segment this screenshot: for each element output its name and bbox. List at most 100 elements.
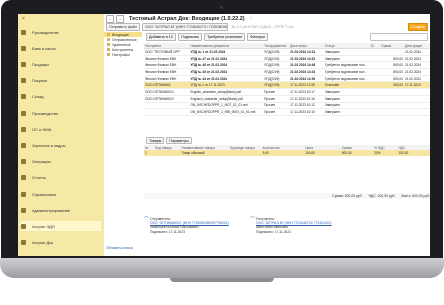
table-cell: Прочее [263, 95, 290, 103]
forward-icon[interactable]: → [116, 14, 124, 23]
table-row[interactable]: ООО ОПТИМАКСИ Englisch_character_setup(Bl… [144, 95, 430, 103]
table-cell: 21.02.2024 [403, 48, 430, 56]
table-cell: УПД(СЧФ) [263, 81, 290, 90]
table-cell: Завершен [323, 108, 370, 116]
sidebar-item[interactable]: Банк и касса [21, 43, 101, 53]
sidebar-item[interactable]: Склад [21, 92, 101, 102]
table-row[interactable]: Филиал Филиал ЕВН УПД № 47 от 21.02.2024 У… [144, 55, 430, 63]
create-button[interactable]: Создать [408, 23, 428, 31]
add-to-1c-button[interactable]: Добавить в 1С [146, 33, 177, 41]
table-cell: Требуется подписание пол... [323, 75, 370, 83]
organization-select[interactable]: ООО "АСТРАЛ-М" (ИНН 7724040273 / ГОЛОВНА… [141, 23, 228, 31]
table-cell [403, 95, 430, 103]
table-cell: 17.11.2023 10:12 [289, 102, 324, 110]
items-table: № Код товара Наименование товара Код вида т… [144, 145, 430, 156]
sidebar-item[interactable]: Операции [21, 157, 101, 167]
table-cell [369, 102, 381, 110]
table-cell: УПД(СЧФ) [263, 61, 290, 70]
table-cell: 21.02.2024 14:31 [289, 48, 324, 56]
table-cell: ООО ОПТИМАКСИ [144, 95, 190, 103]
sidebar-item[interactable]: Покупки [21, 76, 101, 86]
table-row[interactable]: 1 Товар обычный 5,00 100,00 500,00 20% 100,00 [144, 150, 430, 156]
main-content: ← → Тестовый Астрал Док: Входящие (1.0.2… [104, 14, 430, 256]
table-cell: Требуется подписание пол... [323, 61, 370, 70]
sign-button[interactable]: Подписать [178, 33, 203, 41]
table-cell: Филиал Филиал ЕВН [144, 61, 190, 70]
sidebar-item-label: Отчеты [32, 175, 46, 181]
table-cell: 21.02.2024 14:39 [289, 75, 324, 83]
table-cell: УПД № 46 от 21.02.2024 [189, 61, 264, 70]
table-cell [369, 68, 381, 76]
table-cell: УПД(СЧФ) [263, 55, 290, 63]
table-cell: ON_NSCHFDOPPR_1_998_0000_01_01.xml [189, 108, 264, 116]
table-cell: УПД(СЧФ) [263, 75, 290, 83]
astral-icon [21, 223, 26, 229]
table-cell: УПД № 44 от 21.02.2024 [189, 75, 264, 83]
close-icon[interactable]: × [22, 16, 25, 22]
folder-label: Входящие [112, 32, 130, 37]
table-cell [403, 88, 430, 96]
sidebar-item-label: Производство [32, 110, 59, 116]
sidebar-item[interactable]: Зарплата и кадры [21, 140, 101, 150]
table-cell: УПД(СЧФ) [263, 68, 290, 76]
folder-item[interactable]: Настройки [104, 52, 142, 57]
detail-tab[interactable]: Параметры [166, 137, 192, 144]
refresh-list-link[interactable]: Обновить список [106, 246, 133, 250]
table-cell: 21.02.2024 14:51 [289, 55, 324, 63]
table-row[interactable]: Филиал Филиал ЕВН УПД № 45 от 21.02.2024 У… [144, 68, 430, 76]
folder-label: Отправленные [112, 37, 137, 42]
detail-tab[interactable]: Товары [146, 137, 165, 144]
table-cell: Филиал Филиал ЕВН [144, 55, 190, 63]
folder-label: Удаленные [112, 42, 131, 47]
folder-label: Контрагенты [112, 47, 134, 52]
table-row[interactable]: ON_NSCHFDOPPR_1_NOT_01_01.xml Прочее 17.11… [144, 102, 430, 110]
table-cell: УПД № 1 от 17.11.2023 [189, 81, 264, 90]
refresh-button[interactable]: Отправить файл [106, 23, 140, 31]
sender-signature: ⌒ Отправитель: ООО "ОПТИМАКСИ" (ИНН 7729… [144, 217, 229, 234]
table-row[interactable]: Филиал Филиал ЕВН УПД № 44 от 21.02.2024 У… [144, 75, 430, 83]
hamburger-icon [21, 29, 26, 35]
sidebar-item[interactable]: ОС и НМА [21, 124, 101, 134]
sidebar-item[interactable]: Отчеты [21, 173, 101, 183]
doc-icon [21, 240, 26, 246]
table-cell: УПД(СЧФ) [263, 48, 290, 56]
sidebar-item-label: Администрирование [32, 207, 71, 213]
table-row[interactable]: ООО "ТЕСТОВЫЙ ОРГ" УПД № 1 от 21.02.2024 У… [144, 48, 430, 56]
table-cell [154, 150, 181, 156]
window-toolbar: ← → Тестовый Астрал Док: Входящие (1.0.2… [104, 14, 430, 23]
table-row[interactable]: Филиал Филиал ЕВН УПД № 46 от 21.02.2024 У… [144, 61, 430, 70]
reports-icon [21, 175, 26, 181]
table-row[interactable]: ООО ОПТИМАКС УПД № 1 от 17.11.2023 УПД(СЧФ… [144, 81, 430, 90]
folder-icon [107, 38, 110, 41]
table-cell [380, 108, 404, 116]
table-cell: Завершен [323, 88, 370, 96]
sidebar-item-label: Продажи [32, 61, 49, 67]
folder-icon [107, 48, 110, 51]
table-row[interactable]: ON_NSCHFDOPPR_1_998_0000_01_01.xml Прочее… [144, 108, 430, 116]
favorite-icon[interactable]: ☆ [249, 16, 253, 22]
table-cell: Завершен [323, 95, 370, 103]
sidebar-item[interactable]: Астрал Док [21, 238, 101, 248]
gear-icon [21, 207, 26, 213]
sidebar-item[interactable]: Производство [21, 108, 101, 118]
sidebar-item[interactable]: Астрал ЭДО [21, 221, 101, 232]
table-cell: Завершен [323, 48, 370, 56]
filters-button[interactable]: Фильтры [247, 33, 268, 41]
sender-date: Подписано: 17.11.2023 [150, 229, 185, 234]
clarify-button[interactable]: Требуется уточнение [204, 33, 246, 41]
sidebar-item[interactable]: Администрирование [21, 205, 101, 215]
sidebar-item[interactable]: Справочники [21, 189, 101, 199]
operations-icon [21, 159, 26, 165]
sidebar-item-label: ОС и НМА [32, 126, 52, 132]
table-cell [380, 88, 404, 96]
search-input[interactable] [370, 33, 428, 41]
table-cell [369, 108, 381, 116]
table-cell: 800,00 [380, 68, 404, 76]
table-cell: Товар обычный [180, 150, 230, 156]
back-icon[interactable]: ← [106, 14, 114, 23]
sidebar-item[interactable]: Продажи [21, 59, 101, 69]
warehouse-icon [21, 94, 26, 100]
sidebar-item[interactable]: Руководителю [21, 27, 101, 37]
table-cell [369, 75, 381, 83]
table-row[interactable]: ООО ОПТИМАКСИ English_character_setup(Bla… [144, 88, 430, 96]
